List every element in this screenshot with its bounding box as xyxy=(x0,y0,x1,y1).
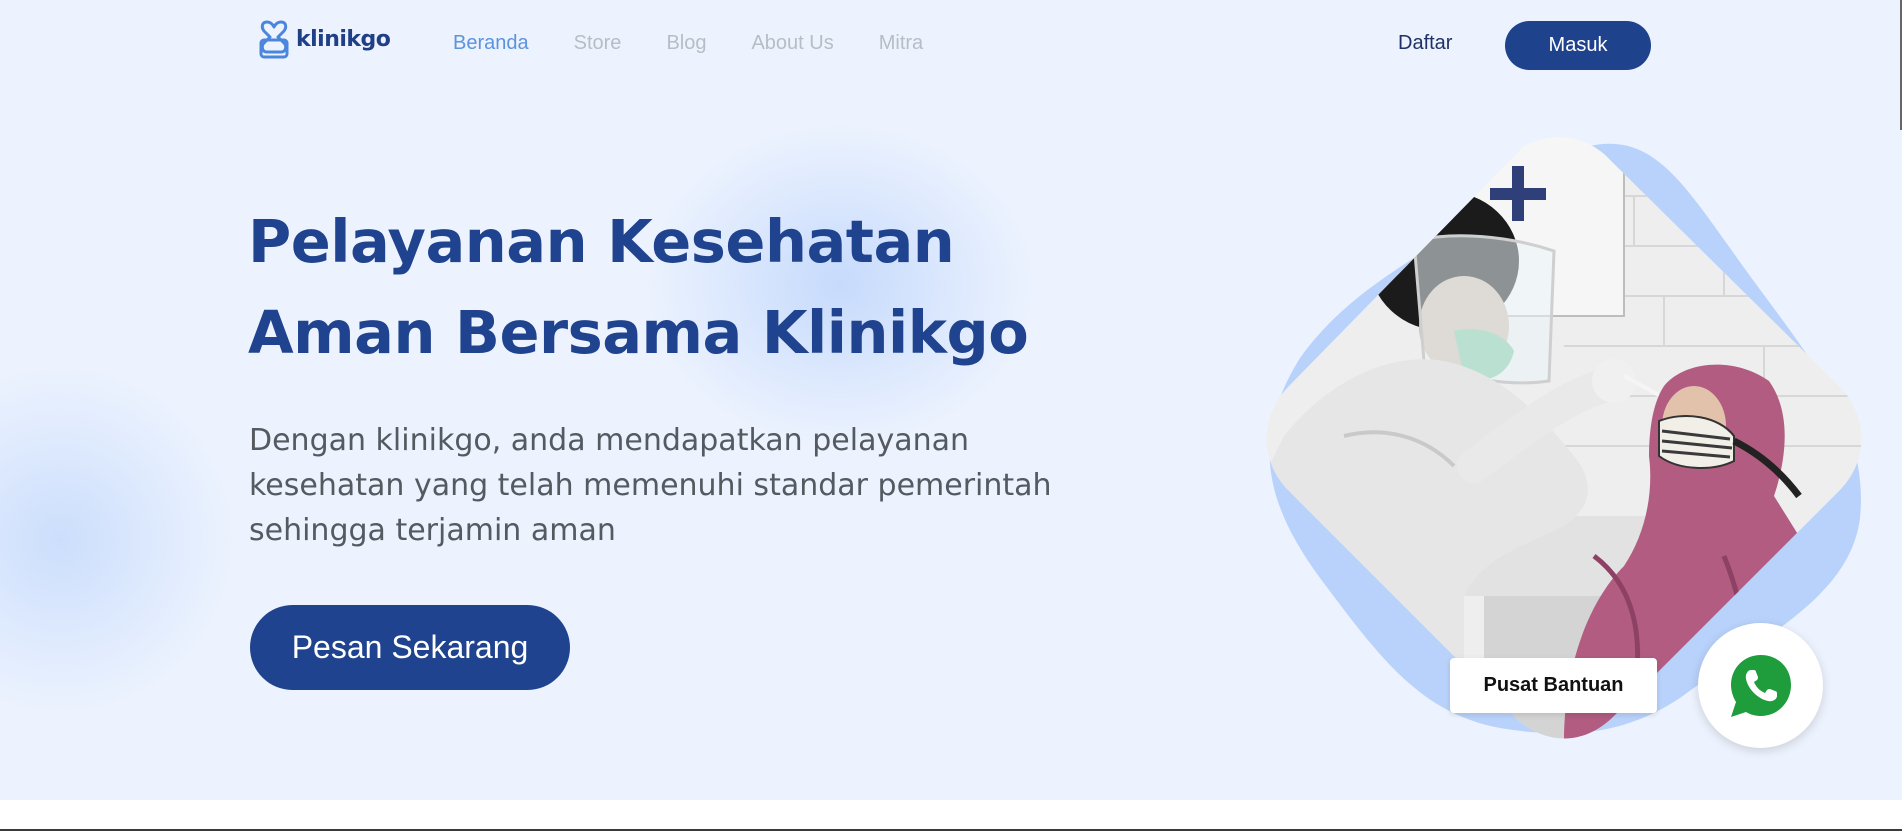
headline-line-1: Pelayanan Kesehatan xyxy=(248,207,955,276)
nav-item-blog[interactable]: Blog xyxy=(666,32,706,55)
subtitle-line-2: kesehatan yang telah memenuhi standar pe… xyxy=(249,468,1052,503)
whatsapp-button[interactable] xyxy=(1698,623,1823,748)
order-now-button[interactable]: Pesan Sekarang xyxy=(250,605,570,690)
hero-subtitle: Dengan klinikgo, anda mendapatkan pelaya… xyxy=(249,418,1079,553)
help-center-label[interactable]: Pusat Bantuan xyxy=(1450,658,1657,713)
next-section xyxy=(0,800,1902,831)
nav-item-beranda[interactable]: Beranda xyxy=(453,32,529,55)
brand-name: klinikgo xyxy=(296,26,391,52)
hero-section: klinikgo Beranda Store Blog About Us Mit… xyxy=(0,0,1902,800)
background-glow xyxy=(0,360,240,720)
login-button[interactable]: Masuk xyxy=(1505,21,1651,70)
nav-item-about-us[interactable]: About Us xyxy=(751,32,833,55)
register-link[interactable]: Daftar xyxy=(1398,32,1452,55)
klinikgo-logo-icon xyxy=(259,20,289,59)
hero-headline: Pelayanan Kesehatan Aman Bersama Klinikg… xyxy=(248,196,1068,378)
subtitle-line-3: sehingga terjamin aman xyxy=(249,513,616,548)
headline-line-2: Aman Bersama Klinikgo xyxy=(248,298,1029,367)
brand-logo[interactable]: klinikgo xyxy=(258,18,391,60)
nav-item-mitra[interactable]: Mitra xyxy=(879,32,923,55)
nav-item-store[interactable]: Store xyxy=(574,32,622,55)
subtitle-line-1: Dengan klinikgo, anda mendapatkan pelaya… xyxy=(249,423,969,458)
whatsapp-icon xyxy=(1730,654,1791,717)
main-nav: Beranda Store Blog About Us Mitra xyxy=(453,32,923,55)
